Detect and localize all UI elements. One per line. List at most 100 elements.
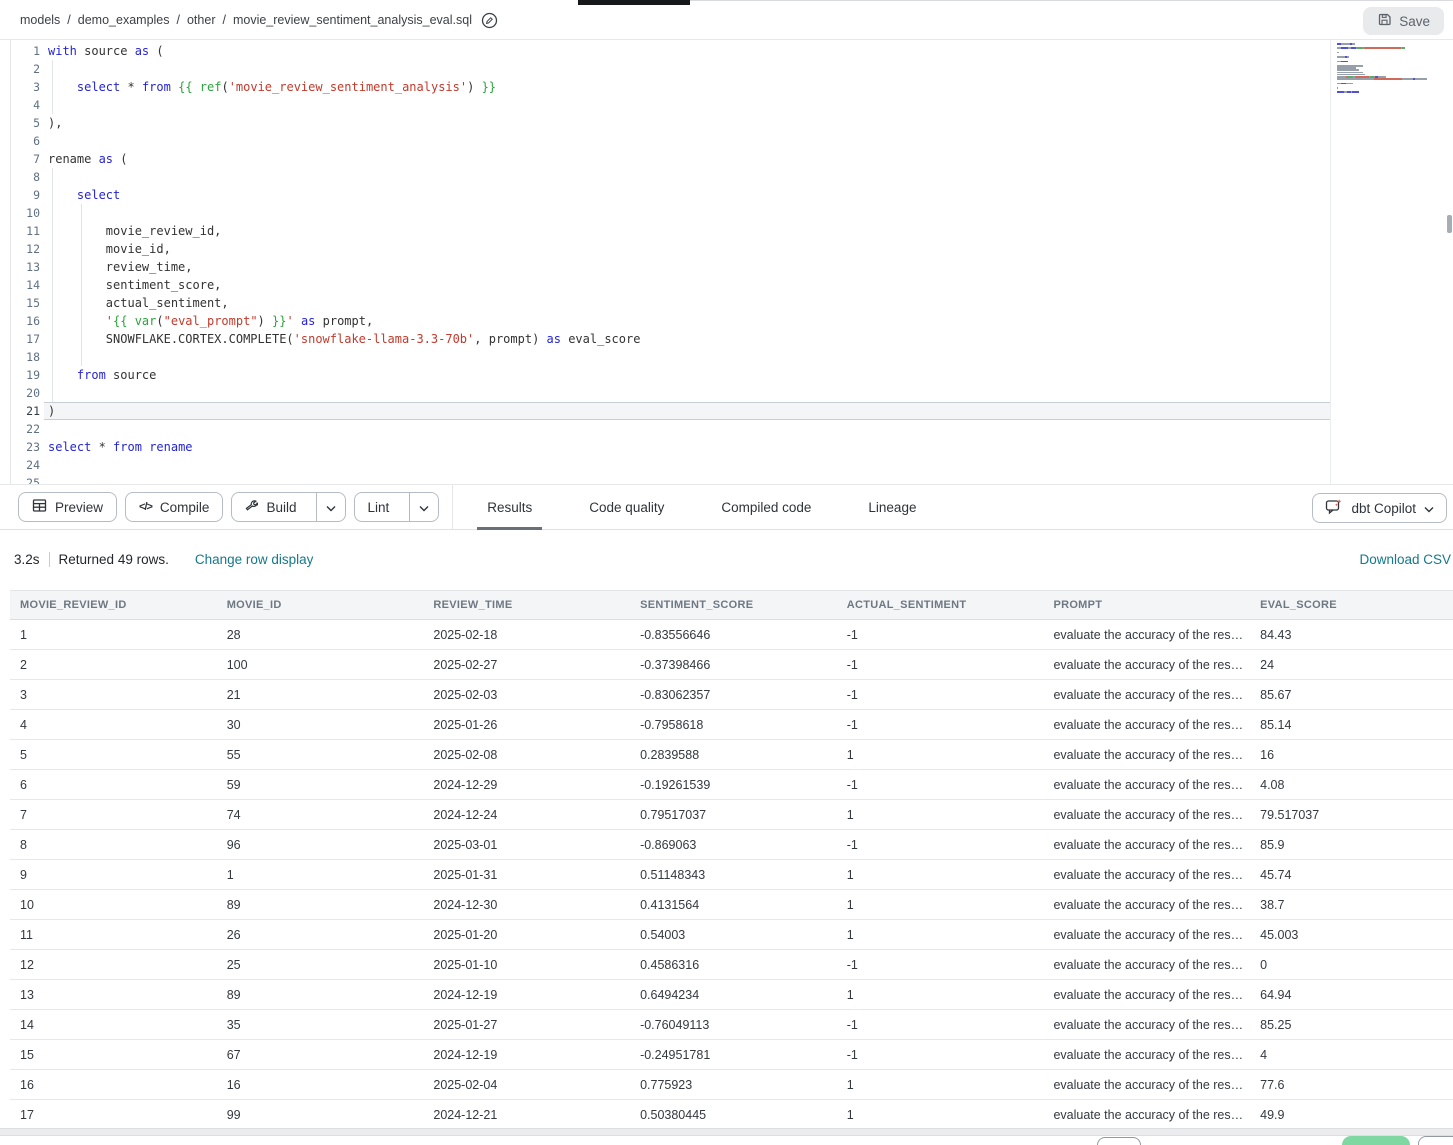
table-cell: 2025-01-20: [423, 920, 630, 949]
horizontal-scrollbar[interactable]: [0, 1128, 1453, 1136]
eval-score-cell: 45.003: [1250, 920, 1453, 949]
table-cell: -0.37398466: [630, 650, 837, 679]
results-table: MOVIE_REVIEW_IDMOVIE_IDREVIEW_TIMESENTIM…: [10, 590, 1453, 1130]
line-number: 8: [10, 168, 40, 186]
code-line-15[interactable]: actual_sentiment,: [48, 294, 229, 312]
code-line-19[interactable]: from source: [48, 366, 156, 384]
table-cell: 35: [217, 1010, 424, 1039]
table-row: 8962025-03-01-0.869063-1evaluate the acc…: [10, 830, 1453, 860]
bottom-partial-button[interactable]: [1418, 1136, 1453, 1145]
dbt-copilot-button[interactable]: dbt Copilot: [1312, 493, 1447, 523]
table-cell: -0.76049113: [630, 1010, 837, 1039]
code-line-13[interactable]: review_time,: [48, 258, 193, 276]
save-button[interactable]: Save: [1363, 7, 1444, 35]
table-cell: 74: [217, 800, 424, 829]
eval-score-cell: 4: [1250, 1040, 1453, 1069]
table-cell: 26: [217, 920, 424, 949]
table-cell: 99: [217, 1100, 424, 1129]
table-cell: -0.83556646: [630, 620, 837, 649]
table-cell: 9: [10, 860, 217, 889]
code-line-9[interactable]: select: [48, 186, 120, 204]
compile-button[interactable]: </> Compile: [125, 492, 223, 522]
table-cell: 2025-02-08: [423, 740, 630, 769]
editor-vertical-scrollbar[interactable]: [1447, 215, 1452, 233]
table-row: 912025-01-310.511483431evaluate the accu…: [10, 860, 1453, 890]
line-number: 5: [10, 114, 40, 132]
code-line-5[interactable]: ),: [48, 114, 62, 132]
tab-code-quality[interactable]: Code quality: [579, 485, 674, 529]
table-cell: 2025-02-03: [423, 680, 630, 709]
table-cell: 4: [10, 710, 217, 739]
minimap-line: [1337, 61, 1348, 63]
code-line-21[interactable]: ): [48, 402, 55, 420]
table-cell: 25: [217, 950, 424, 979]
change-row-display-link[interactable]: Change row display: [195, 552, 314, 567]
table-cell: 1: [837, 1070, 1044, 1099]
build-button[interactable]: Build: [232, 493, 308, 521]
breadcrumb-separator: /: [67, 13, 70, 27]
table-cell: 2025-01-27: [423, 1010, 630, 1039]
table-row: 21002025-02-27-0.37398466-1evaluate the …: [10, 650, 1453, 680]
prompt-cell: evaluate the accuracy of the res…: [1043, 620, 1250, 649]
prompt-preview-text: evaluate the accuracy of the res…: [1053, 628, 1243, 642]
chevron-down-icon: [326, 500, 336, 515]
code-line-1[interactable]: with source as (: [48, 42, 164, 60]
prompt-preview-text: evaluate the accuracy of the res…: [1053, 1078, 1243, 1092]
eval-score-cell: 77.6: [1250, 1070, 1453, 1099]
line-number: 4: [10, 96, 40, 114]
table-cell: -0.19261539: [630, 770, 837, 799]
eval-score-cell: 49.9: [1250, 1100, 1453, 1129]
tab-results[interactable]: Results: [477, 485, 542, 529]
table-cell: 12: [10, 950, 217, 979]
code-line-7[interactable]: rename as (: [48, 150, 127, 168]
table-cell: 67: [217, 1040, 424, 1069]
copilot-chat-icon: [1325, 498, 1343, 518]
eval-score-cell: 85.14: [1250, 710, 1453, 739]
table-row: 14352025-01-27-0.76049113-1evaluate the …: [10, 1010, 1453, 1040]
code-editor[interactable]: 1234567891011121314151617181920212223242…: [0, 40, 1453, 484]
build-dropdown-button[interactable]: [316, 493, 345, 521]
line-number: 18: [10, 348, 40, 366]
table-cell: 2025-01-26: [423, 710, 630, 739]
table-cell: 2024-12-19: [423, 1040, 630, 1069]
table-cell: -1: [837, 830, 1044, 859]
code-line-12[interactable]: movie_id,: [48, 240, 171, 258]
toolbar-divider: [452, 485, 453, 530]
prompt-preview-text: evaluate the accuracy of the res…: [1053, 748, 1243, 762]
table-row: 1282025-02-18-0.83556646-1evaluate the a…: [10, 620, 1453, 650]
table-cell: 2024-12-21: [423, 1100, 630, 1129]
minimap[interactable]: [1337, 43, 1445, 103]
code-line-16[interactable]: '{{ var("eval_prompt") }}' as prompt,: [48, 312, 373, 330]
table-cell: 0.54003: [630, 920, 837, 949]
table-cell: 2024-12-24: [423, 800, 630, 829]
eval-score-cell: 38.7: [1250, 890, 1453, 919]
lint-button[interactable]: Lint: [355, 493, 401, 521]
prompt-preview-text: evaluate the accuracy of the res…: [1053, 808, 1243, 822]
code-line-23[interactable]: select * from rename: [48, 438, 193, 456]
code-line-14[interactable]: sentiment_score,: [48, 276, 221, 294]
bottom-partial-button[interactable]: [1097, 1137, 1141, 1145]
tab-compiled-code[interactable]: Compiled code: [711, 485, 821, 529]
code-line-17[interactable]: SNOWFLAKE.CORTEX.COMPLETE('snowflake-lla…: [48, 330, 640, 348]
compile-label: Compile: [160, 500, 210, 515]
table-cell: 2025-01-31: [423, 860, 630, 889]
breadcrumb: models/demo_examples/other/movie_review_…: [20, 13, 472, 27]
table-cell: 89: [217, 980, 424, 1009]
code-line-11[interactable]: movie_review_id,: [48, 222, 221, 240]
bottom-green-pill-button[interactable]: [1342, 1136, 1410, 1145]
code-line-3[interactable]: select * from {{ ref('movie_review_senti…: [48, 78, 496, 96]
table-cell: 55: [217, 740, 424, 769]
table-cell: -1: [837, 710, 1044, 739]
download-csv-link[interactable]: Download CSV: [1359, 552, 1451, 567]
lint-dropdown-button[interactable]: [409, 493, 438, 521]
table-cell: 1: [10, 620, 217, 649]
table-cell: 30: [217, 710, 424, 739]
lint-label: Lint: [367, 500, 389, 515]
table-cell: -1: [837, 1010, 1044, 1039]
table-cell: -0.869063: [630, 830, 837, 859]
table-cell: 8: [10, 830, 217, 859]
table-cell: 1: [837, 800, 1044, 829]
preview-button[interactable]: Preview: [18, 492, 117, 522]
line-number: 24: [10, 456, 40, 474]
tab-lineage[interactable]: Lineage: [858, 485, 926, 529]
